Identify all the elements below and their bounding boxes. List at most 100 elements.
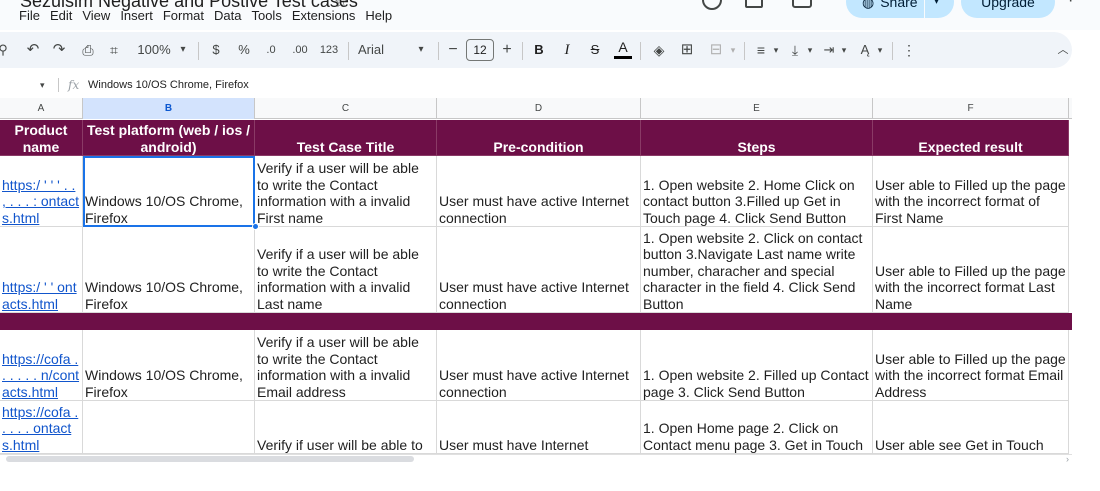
spreadsheet-grid[interactable]: A B C D E F Product name Test platform (… [0, 98, 1072, 454]
merge-chevron-down-icon[interactable]: ▾ [728, 32, 738, 68]
platform-cell-selected[interactable]: Windows 10/OS Chrome, Firefox [83, 156, 255, 227]
platform-cell[interactable] [83, 401, 255, 454]
expected-cell[interactable]: User able to Filled up the page with the… [873, 227, 1069, 313]
search-menus-icon[interactable]: ⚲ [0, 32, 10, 68]
product-link[interactable]: https:/ ' ' ontacts.html [2, 279, 80, 312]
expected-cell[interactable]: User able see Get in Touch [873, 401, 1069, 454]
increase-decimal-button[interactable]: .00 [288, 32, 312, 68]
horizontal-align-icon[interactable]: ≡ [752, 32, 770, 68]
precondition-cell[interactable]: User must have Internet [437, 401, 641, 454]
platform-cell[interactable]: Windows 10/OS Chrome, Firefox [83, 227, 255, 313]
font-size-input[interactable]: 12 [466, 39, 494, 61]
zoom-select[interactable]: 100% [134, 32, 174, 68]
history-icon[interactable] [702, 0, 722, 10]
menu-format[interactable]: Format [163, 8, 204, 23]
chevron-down-icon[interactable]: ▾ [818, 0, 823, 3]
product-link-cell[interactable]: https:/ ' ' ontacts.html [0, 227, 83, 313]
formula-input[interactable]: Windows 10/OS Chrome, Firefox [88, 79, 249, 91]
rotation-chevron-down-icon[interactable]: ▾ [875, 32, 885, 68]
product-link[interactable]: https:/ ' ' ' . . , . . . : ontacts.html [2, 177, 80, 227]
currency-format-button[interactable]: $ [208, 32, 224, 68]
header-cell-expected[interactable]: Expected result [873, 120, 1069, 156]
header-cell-product[interactable]: Product name [0, 120, 83, 156]
platform-cell[interactable]: Windows 10/OS Chrome, Firefox [83, 330, 255, 401]
product-link[interactable]: https://cofa . . . . . . n/contacts.html [2, 351, 80, 401]
text-wrapping-icon[interactable]: ⇥ [820, 32, 838, 68]
halign-chevron-down-icon[interactable]: ▾ [771, 32, 781, 68]
menu-help[interactable]: Help [365, 8, 392, 23]
horizontal-scrollbar-thumb[interactable] [6, 456, 414, 462]
column-header-d[interactable]: D [437, 98, 641, 119]
upgrade-button[interactable]: Upgrade [961, 0, 1055, 18]
percent-format-button[interactable]: % [236, 32, 252, 68]
menu-extensions[interactable]: Extensions [292, 8, 356, 23]
collapse-menus-icon[interactable]: ︿ [1056, 32, 1070, 68]
menu-insert[interactable]: Insert [120, 8, 153, 23]
share-button[interactable]: ◍ Share ▾ [846, 0, 954, 18]
precondition-cell[interactable]: User must have active Internet connectio… [437, 227, 641, 313]
expected-cell[interactable]: User able to Filled up the page with the… [873, 156, 1069, 227]
steps-cell[interactable]: 1. Open website 2. Home Click on contact… [641, 156, 873, 227]
steps-cell[interactable]: 1. Open website 2. Filled up Contact pag… [641, 330, 873, 401]
precondition-cell[interactable]: User must have active Internet connectio… [437, 156, 641, 227]
header-cell-platform[interactable]: Test platform (web / ios / android) [83, 120, 255, 156]
title-cell[interactable]: Verify if a user will be able to write t… [255, 330, 437, 401]
menu-view[interactable]: View [82, 8, 110, 23]
header-cell-steps[interactable]: Steps [641, 120, 873, 156]
increase-font-size-button[interactable]: + [500, 32, 514, 68]
text-color-button[interactable]: A [614, 29, 632, 65]
fill-color-icon[interactable]: ◈ [650, 32, 668, 68]
column-header-b[interactable]: B [83, 98, 255, 119]
product-link[interactable]: https://cofa . . . . . ontacts.html [2, 404, 80, 454]
column-header-e[interactable]: E [641, 98, 873, 119]
menu-data[interactable]: Data [214, 8, 241, 23]
section-divider-row[interactable] [0, 313, 1072, 330]
valign-chevron-down-icon[interactable]: ▾ [805, 32, 815, 68]
redo-icon[interactable]: ↷ [50, 32, 68, 68]
menu-file[interactable]: File [19, 8, 40, 23]
wrap-chevron-down-icon[interactable]: ▾ [839, 32, 849, 68]
precondition-cell[interactable]: User must have active Internet connectio… [437, 330, 641, 401]
print-icon[interactable]: ⎙ [78, 32, 98, 68]
column-header-a[interactable]: A [0, 98, 83, 119]
column-header-c[interactable]: C [255, 98, 437, 119]
header-cell-title[interactable]: Test Case Title [255, 120, 437, 156]
menu-tools[interactable]: Tools [251, 8, 281, 23]
zoom-chevron-down-icon[interactable]: ▾ [176, 32, 190, 68]
font-chevron-down-icon[interactable]: ▾ [414, 32, 428, 68]
vertical-align-icon[interactable]: ⤓ [786, 32, 804, 68]
scroll-right-icon[interactable]: › [1066, 454, 1069, 464]
paint-format-icon[interactable]: ⌗ [104, 32, 124, 68]
product-link-cell[interactable]: https://cofa . . . . . . n/contacts.html [0, 330, 83, 401]
expected-text: User able to Filled up the page with the… [875, 176, 1066, 226]
decrease-font-size-button[interactable]: − [446, 32, 460, 68]
product-link-cell[interactable]: https:/ ' ' ' . . , . . . : ontacts.html [0, 156, 83, 227]
share-dropdown-icon[interactable]: ▾ [934, 0, 939, 7]
bold-button[interactable]: B [532, 32, 546, 68]
selection-fill-handle[interactable] [252, 223, 259, 230]
decrease-decimal-button[interactable]: .0 [262, 32, 280, 68]
text-rotation-icon[interactable]: Ą [856, 32, 874, 68]
italic-button[interactable]: I [560, 32, 574, 68]
font-family-select[interactable]: Arial [358, 32, 408, 68]
title-cell[interactable]: Verify if a user will be able to write t… [255, 156, 437, 227]
header-cell-precondition[interactable]: Pre-condition [437, 120, 641, 156]
product-link-cell[interactable]: https://cofa . . . . . ontacts.html [0, 401, 83, 454]
title-cell[interactable]: Verify if user will be able to [255, 401, 437, 454]
menu-edit[interactable]: Edit [50, 8, 72, 23]
more-options-icon[interactable]: ⋮ [902, 32, 916, 68]
steps-cell[interactable]: 1. Open website 2. Click on contact butt… [641, 227, 873, 313]
video-call-icon[interactable] [792, 0, 812, 8]
comment-icon[interactable] [745, 0, 763, 8]
column-header-f[interactable]: F [873, 98, 1069, 119]
title-cell[interactable]: Verify if a user will be able to write t… [255, 227, 437, 313]
undo-icon[interactable]: ↶ [24, 32, 42, 68]
name-box-chevron-down-icon[interactable]: ▾ [40, 80, 45, 91]
more-icon[interactable]: · [1068, 0, 1073, 10]
strikethrough-button[interactable]: S [588, 32, 602, 68]
borders-icon[interactable]: ⊞ [678, 32, 696, 68]
more-formats-button[interactable]: 123 [318, 32, 340, 68]
expected-cell[interactable]: User able to Filled up the page with the… [873, 330, 1069, 401]
merge-cells-icon[interactable]: ⊟ [706, 32, 726, 68]
steps-cell[interactable]: 1. Open Home page 2. Click on Contact me… [641, 401, 873, 454]
